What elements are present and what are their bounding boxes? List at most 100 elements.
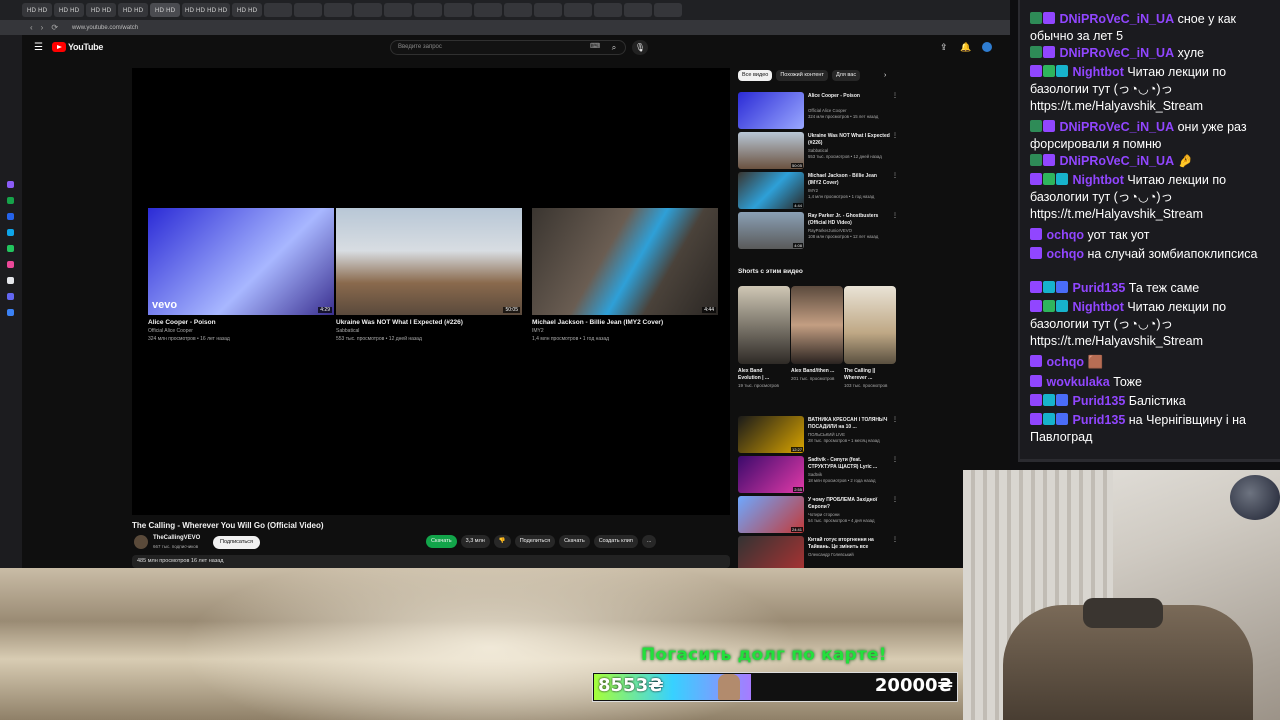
browser-tab[interactable] — [594, 3, 622, 17]
clip-button[interactable]: Создать клип — [593, 535, 638, 548]
recommended-thumbnail[interactable]: 50:05 — [738, 132, 804, 169]
chip-for-you[interactable]: Для вас — [831, 70, 861, 81]
recommended-title[interactable]: Китай готує вторгнення на Тайвань. Це зм… — [808, 537, 890, 551]
youtube-logo[interactable]: YouTube — [52, 42, 103, 52]
more-vert-icon[interactable]: ⋮ — [892, 172, 898, 179]
browser-tab[interactable] — [474, 3, 502, 17]
recommended-thumbnail[interactable]: 24:41 — [738, 496, 804, 533]
more-vert-icon[interactable]: ⋮ — [892, 92, 898, 99]
sidebar-app-icon[interactable] — [7, 245, 14, 252]
more-vert-icon[interactable]: ⋮ — [892, 536, 898, 543]
recommended-video[interactable]: 4:44 Michael Jackson - Billie Jean (IMY2 … — [738, 172, 898, 209]
short-thumbnail[interactable] — [791, 286, 843, 364]
browser-tab[interactable] — [294, 3, 322, 17]
chat-username[interactable]: Nightbot — [1072, 173, 1123, 187]
sidebar-app-icon[interactable] — [7, 261, 14, 268]
browser-tab[interactable]: HD HD HD HD — [182, 3, 230, 17]
short-title[interactable]: Alex Band Evolution | ... — [738, 368, 782, 382]
recommended-thumbnail[interactable]: 4:08 — [738, 212, 804, 249]
endscreen-thumbnail[interactable]: vevo 4:29 — [148, 208, 334, 315]
recommended-title[interactable]: Sadtvik - Сипуги (feat. СТРУКТУРА ЩАСТЯ)… — [808, 457, 890, 471]
avatar[interactable] — [982, 42, 992, 52]
chat-username[interactable]: ochqo — [1046, 355, 1084, 369]
chat-username[interactable]: Purid135 — [1072, 413, 1125, 427]
browser-tab[interactable]: HD HD — [86, 3, 116, 17]
recommended-video[interactable]: 4:08 Ray Parker Jr. - Ghostbusters (Offic… — [738, 212, 898, 249]
recommended-thumbnail[interactable]: 4:44 — [738, 172, 804, 209]
video-player[interactable]: vevo 4:29 Alice Cooper - Poison Official… — [132, 68, 730, 515]
sidebar-app-icon[interactable] — [7, 197, 14, 204]
chevron-right-icon[interactable]: › — [884, 72, 886, 79]
browser-tab[interactable] — [564, 3, 592, 17]
short-thumbnail[interactable] — [738, 286, 790, 364]
share-button[interactable]: Поделиться — [514, 535, 556, 548]
sidebar-app-icon[interactable] — [7, 181, 14, 188]
more-vert-icon[interactable]: ⋮ — [892, 496, 898, 503]
recommended-thumbnail[interactable]: 2:55 — [738, 456, 804, 493]
chat-username[interactable]: DNiPRoVeC_iN_UA — [1059, 46, 1174, 60]
forward-icon[interactable]: › — [41, 23, 44, 32]
sidebar-app-icon[interactable] — [7, 213, 14, 220]
short-title[interactable]: Alex Band//then ... — [791, 368, 835, 375]
download-button[interactable]: Скачать — [559, 535, 590, 548]
more-vert-icon[interactable]: ⋮ — [892, 416, 898, 423]
browser-tab[interactable]: HD HD — [22, 3, 52, 17]
browser-tab[interactable] — [414, 3, 442, 17]
endscreen-thumbnail[interactable]: 4:44 — [532, 208, 718, 315]
endscreen-card[interactable]: 50:05 Ukraine Was NOT What I Expected (#… — [336, 208, 522, 342]
search-icon[interactable]: ⌕ — [604, 40, 624, 55]
short-item[interactable]: Alex Band Evolution | ... 19 тыс. просмо… — [738, 286, 790, 389]
sidebar-app-icon[interactable] — [7, 229, 14, 236]
upload-icon[interactable]: ⇪ — [940, 42, 948, 53]
chat-username[interactable]: Nightbot — [1072, 65, 1123, 79]
like-button[interactable]: 3,3 млн — [460, 535, 490, 548]
recommended-thumbnail[interactable]: 12:27 — [738, 416, 804, 453]
browser-tab[interactable]: HD HD — [118, 3, 148, 17]
browser-tab[interactable] — [264, 3, 292, 17]
more-vert-icon[interactable]: ⋮ — [892, 212, 898, 219]
endscreen-title[interactable]: Ukraine Was NOT What I Expected (#226) — [336, 319, 522, 326]
more-vert-icon[interactable]: ⋮ — [892, 456, 898, 463]
dislike-icon[interactable]: 👎 — [493, 535, 511, 548]
channel-name[interactable]: TheCallingVEVO — [153, 535, 200, 541]
recommended-title[interactable]: Alice Cooper - Poison — [808, 93, 890, 100]
short-item[interactable]: The Calling || Wherever ... 103 тыс. про… — [844, 286, 896, 389]
keyboard-icon[interactable]: ⌨ — [590, 42, 600, 50]
recommended-video[interactable]: Alice Cooper - Poison Official Alice Coop… — [738, 92, 898, 129]
description-box[interactable]: 485 млн просмотров 16 лет назад — [132, 555, 730, 568]
more-vert-icon[interactable]: ⋮ — [892, 132, 898, 139]
recommended-title[interactable]: Ukraine Was NOT What I Expected (#226) — [808, 133, 890, 147]
browser-tab[interactable]: HD HD — [150, 3, 180, 17]
reload-icon[interactable]: ⟳ — [51, 23, 58, 32]
sidebar-app-icon[interactable] — [7, 277, 14, 284]
browser-tab[interactable]: HD HD — [232, 3, 262, 17]
channel-avatar[interactable] — [134, 535, 148, 549]
download-extension-button[interactable]: Скачать — [426, 535, 457, 548]
browser-tab[interactable] — [324, 3, 352, 17]
recommended-thumbnail[interactable] — [738, 536, 804, 568]
endscreen-card[interactable]: vevo 4:29 Alice Cooper - Poison Official… — [148, 208, 334, 342]
recommended-title[interactable]: Ray Parker Jr. - Ghostbusters (Official … — [808, 213, 890, 227]
endscreen-title[interactable]: Michael Jackson - Billie Jean (IMY2 Cove… — [532, 319, 718, 326]
browser-tab[interactable]: HD HD — [54, 3, 84, 17]
short-title[interactable]: The Calling || Wherever ... — [844, 368, 888, 382]
chat-username[interactable]: wovkulaka — [1046, 375, 1109, 389]
chat-username[interactable]: DNiPRoVeC_iN_UA — [1059, 154, 1174, 168]
browser-tab[interactable] — [444, 3, 472, 17]
address-bar[interactable]: ‹ › ⟳ www.youtube.com/watch — [0, 20, 1010, 35]
browser-tab[interactable] — [504, 3, 532, 17]
browser-tab[interactable] — [354, 3, 382, 17]
short-thumbnail[interactable] — [844, 286, 896, 364]
chat-username[interactable]: Purid135 — [1072, 281, 1125, 295]
chip-related[interactable]: Похожий контент — [776, 70, 828, 81]
recommended-title[interactable]: У чому ПРОБЛЕМА Західної Європи? — [808, 497, 890, 511]
recommended-video[interactable]: Китай готує вторгнення на Тайвань. Це зм… — [738, 536, 898, 568]
endscreen-title[interactable]: Alice Cooper - Poison — [148, 319, 334, 326]
chat-username[interactable]: ochqo — [1046, 247, 1084, 261]
endscreen-card[interactable]: 4:44 Michael Jackson - Billie Jean (IMY2… — [532, 208, 718, 342]
browser-tab[interactable] — [384, 3, 412, 17]
recommended-thumbnail[interactable] — [738, 92, 804, 129]
short-item[interactable]: Alex Band//then ... 201 тыс. просмотров — [791, 286, 843, 382]
recommended-video[interactable]: 2:55 Sadtvik - Сипуги (feat. СТРУКТУРА ЩА… — [738, 456, 898, 493]
more-actions-button[interactable]: ... — [641, 535, 657, 548]
